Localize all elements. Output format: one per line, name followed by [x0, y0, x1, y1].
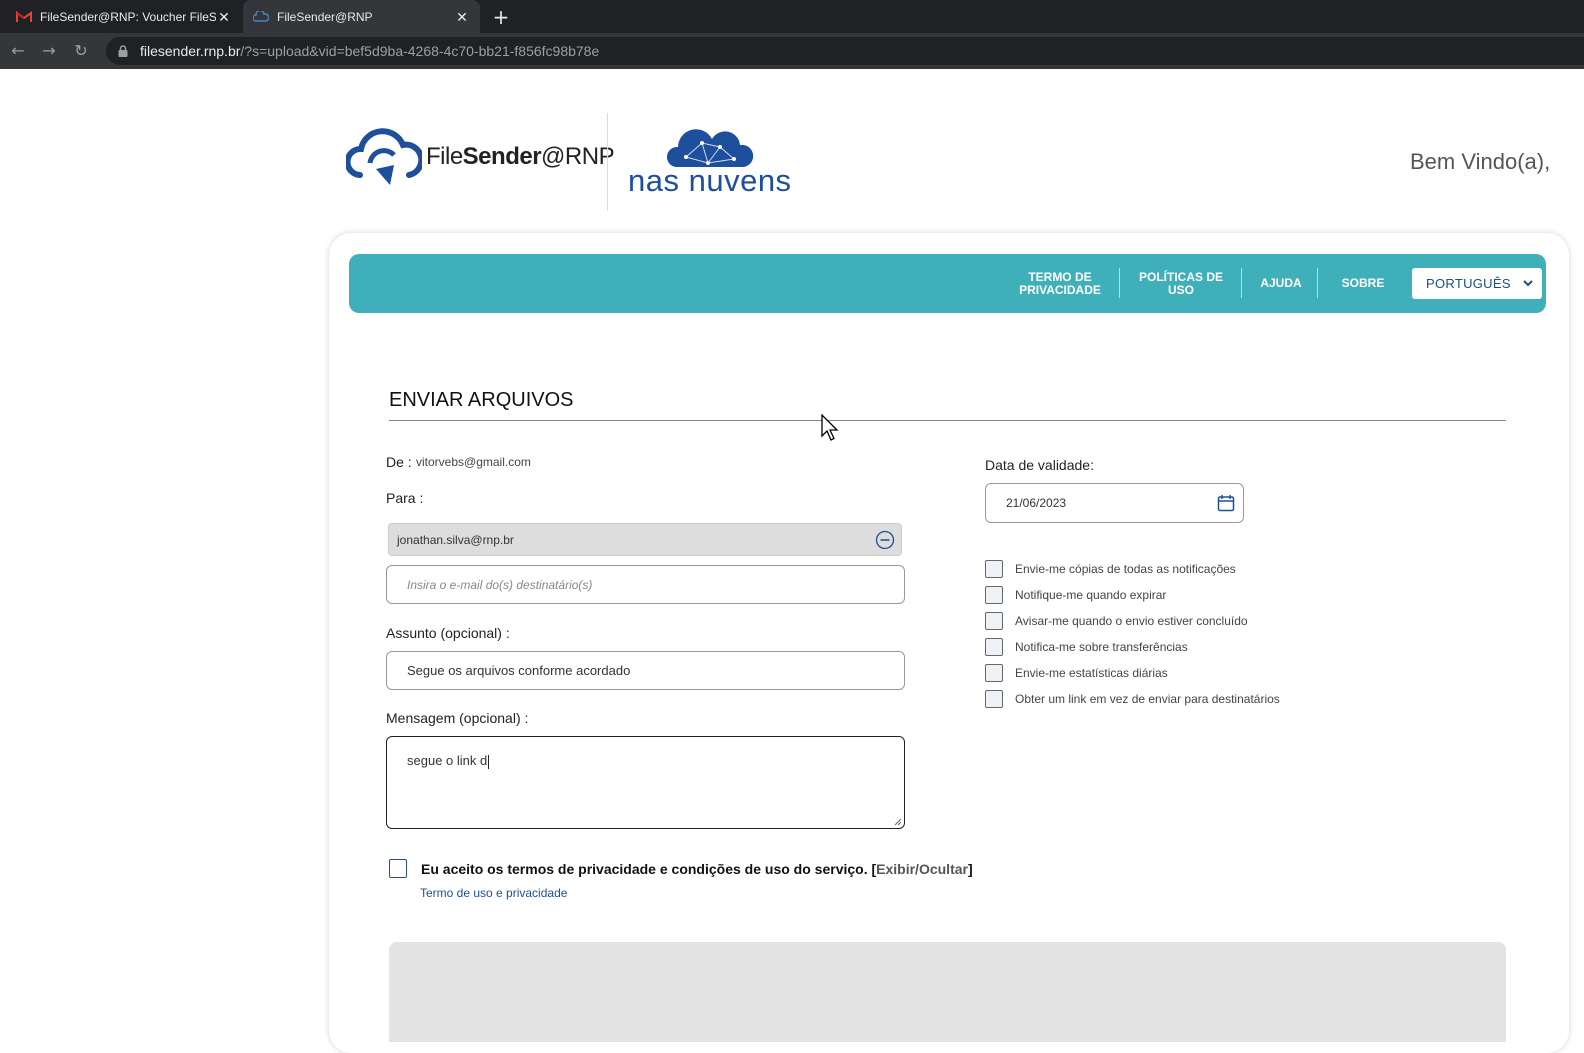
address-bar[interactable]: filesender.rnp.br/?s=upload&vid=bef5d9ba… — [106, 37, 1584, 65]
recipient-chip: jonathan.silva@rnp.br — [388, 523, 902, 556]
terms-of-use-link[interactable]: Termo de uso e privacidade — [420, 886, 567, 900]
tab-title: FileSender@RNP: Voucher FileSe — [40, 9, 216, 24]
checkbox[interactable] — [985, 638, 1003, 656]
subject-label: Assunto (opcional) : — [386, 625, 510, 641]
main-card — [329, 233, 1569, 1053]
chevron-down-icon — [1523, 280, 1533, 287]
mouse-cursor-icon — [821, 414, 839, 441]
option-get-link[interactable]: Obter um link em vez de enviar para dest… — [985, 690, 1280, 708]
reload-icon[interactable]: ↻ — [69, 39, 93, 63]
close-tab-icon[interactable]: ✕ — [454, 9, 470, 25]
filesender-favicon-icon — [253, 9, 269, 25]
checkbox[interactable] — [985, 664, 1003, 682]
forward-icon[interactable]: → — [37, 39, 61, 63]
page: FileSender@RNP nas nuvens Bem Vindo(a), … — [0, 69, 1584, 1053]
nav-separator — [1119, 268, 1120, 298]
option-daily-stats[interactable]: Envie-me estatísticas diárias — [985, 664, 1168, 682]
subject-input[interactable]: Segue os arquivos conforme acordado — [386, 651, 905, 690]
main-nav: TERMO DE PRIVACIDADE POLÍTICAS DE USO AJUD… — [349, 254, 1546, 313]
option-notify-downloads[interactable]: Notifica-me sobre transferências — [985, 638, 1188, 656]
browser-tab-bar: FileSender@RNP: Voucher FileSe ✕ FileSen… — [0, 0, 1584, 33]
expiry-date-input[interactable]: 21/06/2023 — [985, 483, 1244, 523]
nav-privacy-terms[interactable]: TERMO DE PRIVACIDADE — [1005, 254, 1115, 313]
nav-help[interactable]: AJUDA — [1245, 254, 1317, 313]
gmail-icon — [16, 9, 32, 25]
terms-acceptance: Eu aceito os termos de privacidade e con… — [389, 859, 973, 878]
resize-handle-icon[interactable] — [892, 816, 902, 826]
tab-title: FileSender@RNP — [277, 9, 373, 24]
filesender-logo-text: FileSender@RNP — [426, 143, 615, 170]
option-notify-expiry[interactable]: Notifique-me quando expirar — [985, 586, 1166, 604]
checkbox[interactable] — [985, 586, 1003, 604]
checkbox[interactable] — [985, 690, 1003, 708]
close-tab-icon[interactable]: ✕ — [216, 9, 232, 25]
new-tab-button[interactable]: + — [490, 6, 512, 28]
text-caret — [488, 754, 490, 769]
lock-icon — [118, 45, 128, 57]
back-icon[interactable]: ← — [6, 39, 30, 63]
url-host: filesender.rnp.br — [140, 43, 241, 59]
browser-tab-gmail[interactable]: FileSender@RNP: Voucher FileSe ✕ — [6, 0, 242, 33]
title-divider — [389, 420, 1506, 421]
recipient-email: jonathan.silva@rnp.br — [397, 532, 514, 547]
from-label: De : — [386, 454, 412, 470]
terms-checkbox[interactable] — [389, 859, 407, 878]
nav-about[interactable]: SOBRE — [1323, 254, 1403, 313]
to-label: Para : — [386, 490, 424, 506]
option-notify-upload-complete[interactable]: Avisar-me quando o envio estiver concluí… — [985, 612, 1248, 630]
filesender-cloud-logo-icon — [346, 128, 422, 185]
calendar-icon[interactable] — [1217, 494, 1235, 512]
language-select[interactable]: PORTUGUÊS — [1412, 268, 1542, 299]
checkbox[interactable] — [985, 560, 1003, 578]
nav-usage-policies[interactable]: POLÍTICAS DE USO — [1125, 254, 1237, 313]
terms-toggle-link[interactable]: Exibir/Ocultar — [876, 861, 968, 877]
nav-separator — [1317, 268, 1318, 298]
checkbox[interactable] — [985, 612, 1003, 630]
expiry-date-label: Data de validade: — [985, 457, 1094, 473]
from-value: vitorvebs@gmail.com — [416, 455, 531, 469]
welcome-message: Bem Vindo(a), — [1410, 149, 1551, 174]
recipient-email-input[interactable]: Insira o e-mail do(s) destinatário(s) — [386, 565, 905, 604]
browser-tab-filesender[interactable]: FileSender@RNP ✕ — [243, 0, 480, 33]
remove-recipient-icon[interactable] — [875, 530, 895, 550]
message-textarea[interactable]: segue o link d — [386, 736, 905, 829]
browser-toolbar: ← → ↻ filesender.rnp.br/?s=upload&vid=be… — [0, 33, 1584, 69]
file-drop-zone[interactable] — [389, 942, 1506, 1042]
page-title: ENVIAR ARQUIVOS — [389, 389, 574, 411]
filesender-logo[interactable]: FileSender@RNP — [346, 125, 615, 189]
logo-divider — [607, 113, 608, 211]
nas-nuvens-logo: nas nuvens — [628, 127, 796, 199]
url-path: /?s=upload&vid=bef5d9ba-4268-4c70-bb21-f… — [240, 43, 600, 59]
message-label: Mensagem (opcional) : — [386, 710, 529, 726]
nas-nuvens-logo-text: nas nuvens — [628, 163, 792, 198]
nav-separator — [1241, 268, 1242, 298]
option-copy-notifications[interactable]: Envie-me cópias de todas as notificações — [985, 560, 1236, 578]
